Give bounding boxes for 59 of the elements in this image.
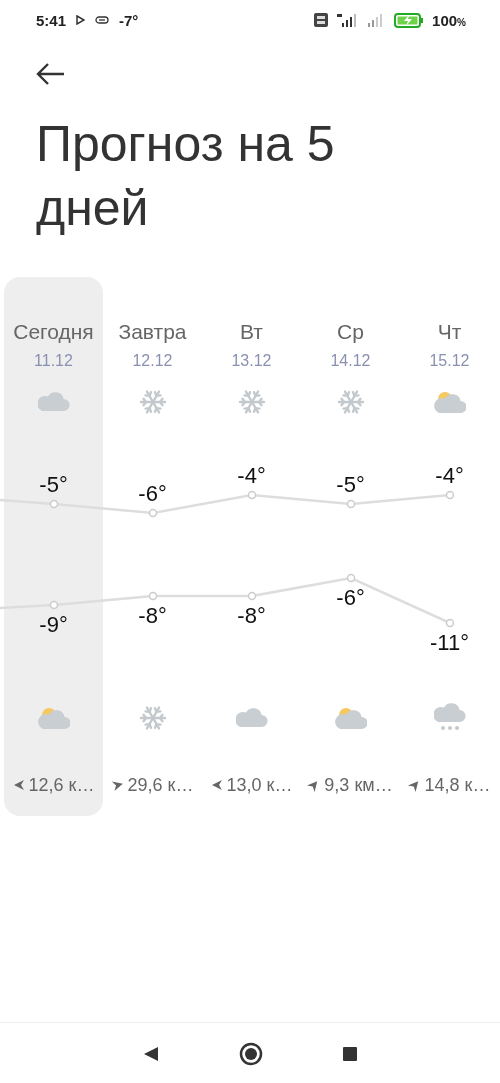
temperature-point <box>148 591 158 601</box>
low-temperature: -9° <box>39 613 68 637</box>
back-nav-button[interactable] <box>143 1045 159 1062</box>
wind-speed: 13,0 к… <box>226 774 293 797</box>
day-column[interactable]: Чт 15.12 -4° -11° 14,8 к… <box>400 277 499 816</box>
high-temperature: -4° <box>237 464 266 488</box>
cloud-icon <box>37 390 70 414</box>
day-column[interactable]: Вт 13.12 -4° -8° 13,0 к… <box>202 277 301 816</box>
high-temperature: -5° <box>39 473 68 497</box>
sun-cloud-icon <box>37 705 70 731</box>
day-name: Чт <box>437 319 462 345</box>
link-icon <box>95 16 110 24</box>
page-title: Прогноз на 5 дней <box>36 115 336 238</box>
wind-speed: 9,3 км… <box>324 774 393 797</box>
temperature-point <box>148 508 158 518</box>
wind-speed: 29,6 к… <box>127 774 194 797</box>
temperature-point <box>346 499 356 509</box>
day-column[interactable]: Сегодня 11.12 -5° -9° 12,6 к… <box>4 277 103 816</box>
play-icon <box>76 15 86 25</box>
home-nav-button[interactable] <box>239 1041 263 1066</box>
day-date: 13.12 <box>231 351 272 371</box>
snow-cloud-icon <box>433 703 466 733</box>
day-name: Ср <box>337 319 364 345</box>
day-name: Завтра <box>118 319 187 345</box>
battery-percent: 100% <box>432 11 466 29</box>
high-temperature: -4° <box>435 464 464 488</box>
wind-arrow-icon <box>12 779 25 791</box>
temperature-point <box>49 499 59 509</box>
temperature-point <box>49 600 59 610</box>
day-date: 14.12 <box>330 351 371 371</box>
low-temperature: -8° <box>138 604 167 628</box>
day-date: 12.12 <box>132 351 173 371</box>
low-temperature: -8° <box>237 604 266 628</box>
volte-icon <box>314 13 329 27</box>
wind-arrow-icon <box>210 779 223 791</box>
low-temperature: -11° <box>430 631 469 655</box>
temperature-point <box>346 573 356 583</box>
sun-cloud-icon <box>334 705 367 731</box>
high-temperature: -6° <box>138 482 167 506</box>
recents-nav-button[interactable] <box>343 1046 357 1061</box>
battery-charging-icon <box>394 12 425 28</box>
low-temperature: -6° <box>336 586 365 610</box>
day-name: Вт <box>240 319 263 345</box>
wind-speed: 14,8 к… <box>424 774 491 797</box>
temperature-point <box>247 591 257 601</box>
day-date: 15.12 <box>429 351 470 371</box>
sun-cloud-icon <box>433 389 466 415</box>
day-date: 11.12 <box>34 351 73 371</box>
temperature-point <box>247 490 257 500</box>
clock: 5:41 <box>36 11 67 29</box>
weather-temperature: -7° <box>119 11 139 29</box>
day-column[interactable]: Завтра 12.12 -6° -8° 29,6 к… <box>103 277 202 816</box>
signal-icon <box>336 13 359 27</box>
temperature-point <box>445 618 455 628</box>
temperature-point <box>445 490 455 500</box>
day-name: Сегодня <box>13 319 94 345</box>
high-temperature: -5° <box>336 473 365 497</box>
cloud-icon <box>235 706 268 730</box>
wind-speed: 12,6 к… <box>28 774 95 797</box>
